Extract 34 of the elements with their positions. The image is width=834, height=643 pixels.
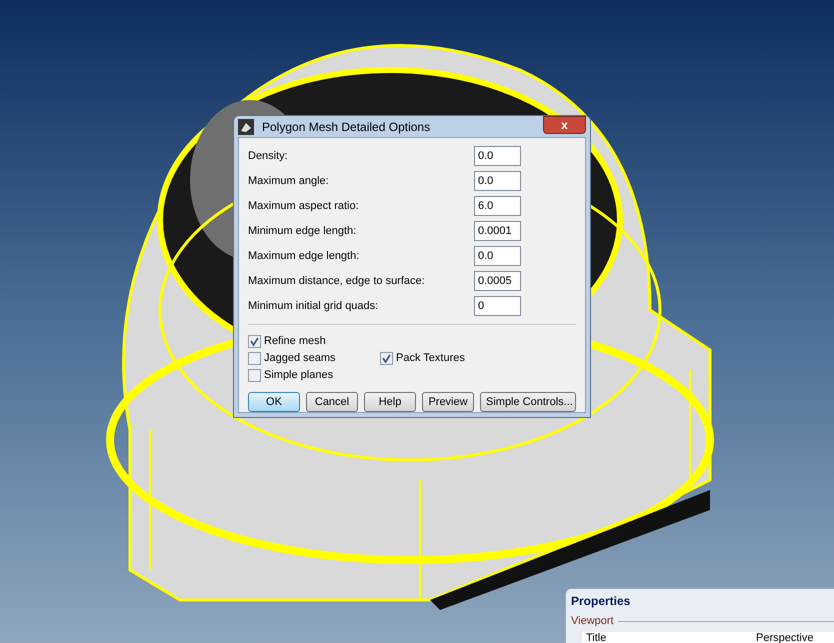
checkbox-label: Simple planes xyxy=(264,368,334,383)
dialog-button[interactable]: Preview xyxy=(422,392,474,412)
field-label: Maximum aspect ratio: xyxy=(248,198,359,214)
input-field[interactable]: 0.0 xyxy=(474,246,521,266)
checkbox[interactable] xyxy=(248,368,261,382)
field-label: Minimum initial grid quads: xyxy=(248,298,378,314)
checkbox[interactable] xyxy=(248,352,261,364)
panel-title: Properties xyxy=(570,593,632,610)
dialog-button[interactable]: Cancel xyxy=(306,392,358,412)
checkbox[interactable] xyxy=(380,352,393,364)
section-label: Viewport xyxy=(571,614,614,629)
input-field[interactable]: 0 xyxy=(474,296,521,316)
window-title: Polygon Mesh Detailed Options xyxy=(262,118,432,136)
dialog-button[interactable]: Simple Controls... xyxy=(480,392,576,412)
close-button[interactable]: x xyxy=(543,116,586,134)
default-button[interactable]: OK xyxy=(248,392,300,412)
field-label: Maximum distance, edge to surface: xyxy=(248,274,425,289)
field-label: Density: xyxy=(248,148,288,164)
field-label: Maximum edge length: xyxy=(248,248,360,264)
checkbox-label: Pack Textures xyxy=(396,350,465,366)
checkbox[interactable] xyxy=(248,334,261,348)
input-field[interactable]: 6.0 xyxy=(474,196,521,216)
input-field[interactable]: 0.0 xyxy=(474,171,521,191)
dialog-button[interactable]: Help xyxy=(364,392,416,412)
app-icon xyxy=(238,118,254,134)
field-label: Minimum edge length: xyxy=(248,224,356,239)
input-field[interactable]: 0.0005 xyxy=(474,271,521,291)
field-label: Maximum angle: xyxy=(248,174,329,189)
input-field[interactable]: 0.0 xyxy=(474,146,521,166)
checkbox-label: Jagged seams xyxy=(264,350,336,366)
input-field[interactable]: 0.0001 xyxy=(474,221,521,241)
checkbox-label: Refine mesh xyxy=(264,334,326,349)
property-value: Perspective xyxy=(755,632,814,643)
property-name: Title xyxy=(585,632,608,643)
